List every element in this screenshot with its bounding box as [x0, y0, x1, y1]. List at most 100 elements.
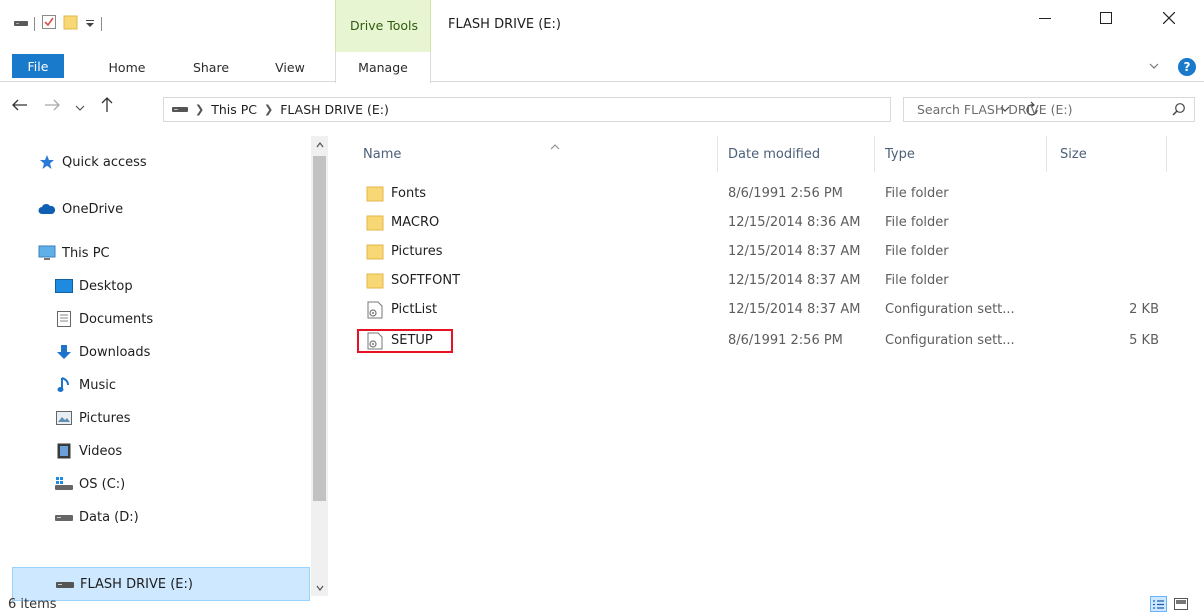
tab-manage[interactable]: Manage [335, 52, 431, 83]
nav-item-label: FLASH DRIVE (E:) [80, 576, 193, 592]
back-button[interactable] [12, 98, 28, 116]
nav-item-label: This PC [62, 245, 110, 261]
column-header-date-modified[interactable]: Date modified [718, 136, 875, 172]
file-row[interactable]: Pictures 12/15/2014 8:37 AM File folder [353, 237, 1173, 266]
nav-item-label: Downloads [79, 344, 151, 360]
nav-item-quick-access[interactable]: Quick access [12, 146, 310, 178]
nav-item-pictures[interactable]: Pictures [12, 402, 310, 434]
folder-icon [365, 184, 385, 204]
close-button[interactable] [1146, 0, 1192, 36]
breadcrumb-flash-drive[interactable]: FLASH DRIVE (E:) [280, 102, 389, 117]
file-size: 5 KB [1129, 333, 1159, 348]
nav-item-label: Documents [79, 311, 154, 327]
column-header-size[interactable]: Size [1047, 136, 1167, 172]
nav-item-videos[interactable]: Videos [12, 435, 310, 467]
search-box[interactable]: Search FLASH DRIVE (E:) [903, 97, 1195, 122]
nav-item-label: OneDrive [62, 201, 124, 217]
nav-item-onedrive[interactable]: OneDrive [12, 193, 310, 225]
tab-share[interactable]: Share [186, 52, 236, 82]
chevron-up-icon [316, 141, 323, 147]
properties-icon[interactable] [41, 14, 57, 34]
breadcrumb-chevron-icon[interactable]: ❯ [264, 103, 273, 116]
forward-arrow-icon [45, 99, 60, 111]
file-row[interactable]: SOFTFONT 12/15/2014 8:37 AM File folder [353, 266, 1173, 295]
breadcrumb-chevron-icon[interactable]: ❯ [195, 103, 204, 116]
file-name-cell: SOFTFONT [365, 266, 460, 295]
nav-item-documents[interactable]: Documents [12, 303, 310, 335]
usb-drive-icon [56, 575, 74, 593]
config-file-icon [365, 300, 385, 320]
scrollbar-thumb[interactable] [313, 156, 326, 501]
nav-item-desktop[interactable]: Desktop [12, 270, 310, 302]
tab-home[interactable]: Home [104, 52, 150, 82]
download-icon [55, 343, 73, 361]
file-date: 12/15/2014 8:36 AM [728, 215, 861, 230]
window-title: FLASH DRIVE (E:) [448, 17, 561, 32]
column-header-label: Name [363, 146, 402, 162]
nav-item-label: Music [79, 377, 116, 393]
nav-item-label: Pictures [79, 410, 131, 426]
folder-icon [365, 213, 385, 233]
drive-tools-context-band: Drive Tools [335, 0, 431, 52]
pictures-icon [55, 409, 73, 427]
column-header-type[interactable]: Type [875, 136, 1047, 172]
file-type: File folder [885, 215, 949, 230]
details-view-button[interactable] [1150, 596, 1167, 612]
expand-ribbon-icon[interactable] [1148, 60, 1160, 76]
tab-view[interactable]: View [268, 52, 312, 82]
usb-drive-icon [172, 102, 188, 117]
large-icons-view-button[interactable] [1172, 596, 1189, 612]
maximize-icon [1100, 12, 1112, 24]
scroll-up-button[interactable] [311, 136, 328, 153]
new-folder-icon[interactable] [63, 14, 79, 34]
breadcrumb-this-pc[interactable]: This PC [211, 102, 257, 117]
column-header-name[interactable]: Name [353, 136, 718, 172]
nav-item-this-pc[interactable]: This PC [12, 237, 310, 269]
nav-item-data-drive[interactable]: Data (D:) [12, 501, 310, 533]
nav-item-label: Data (D:) [79, 509, 139, 525]
recent-locations-button[interactable] [75, 101, 85, 116]
nav-item-music[interactable]: Music [12, 369, 310, 401]
minimize-button[interactable] [1022, 0, 1068, 36]
file-row[interactable]: Fonts 8/6/1991 2:56 PM File folder [353, 179, 1173, 208]
file-row[interactable]: PictList 12/15/2014 8:37 AM Configuratio… [353, 295, 1173, 324]
maximize-button[interactable] [1083, 0, 1129, 36]
address-bar[interactable]: ❯ This PC ❯ FLASH DRIVE (E:) [163, 97, 1038, 122]
column-header-label: Size [1060, 146, 1087, 162]
up-button[interactable] [100, 97, 114, 117]
file-size [1093, 208, 1159, 237]
nav-pane-scrollbar[interactable] [311, 136, 328, 596]
forward-button[interactable] [44, 98, 60, 116]
videos-icon [55, 442, 73, 460]
file-name-cell: Pictures [365, 237, 442, 266]
file-type: File folder [885, 186, 949, 201]
file-row[interactable]: SETUP 8/6/1991 2:56 PM Configuration set… [353, 326, 1173, 355]
tab-file[interactable]: File [12, 54, 64, 78]
file-name-cell: MACRO [365, 208, 439, 237]
search-input[interactable]: Search FLASH DRIVE (E:) [917, 102, 1073, 117]
folder-icon [365, 242, 385, 262]
star-icon [38, 153, 56, 171]
item-count: 6 items [8, 597, 57, 612]
nav-item-label: Quick access [62, 154, 147, 170]
file-name-cell: SETUP [365, 326, 433, 355]
help-icon[interactable]: ? [1178, 58, 1196, 76]
documents-icon [55, 310, 73, 328]
chevron-down-icon [316, 585, 323, 591]
scroll-down-button[interactable] [311, 579, 328, 596]
file-name: PictList [391, 302, 438, 317]
file-name: SETUP [391, 333, 433, 348]
nav-item-label: OS (C:) [79, 476, 126, 492]
title-bar: Drive Tools FLASH DRIVE (E:) [0, 0, 1204, 52]
file-type: File folder [885, 273, 949, 288]
computer-icon [38, 244, 56, 262]
search-icon[interactable] [1172, 102, 1186, 120]
nav-item-os-drive[interactable]: OS (C:) [12, 468, 310, 500]
nav-item-downloads[interactable]: Downloads [12, 336, 310, 368]
column-header-label: Date modified [728, 146, 821, 162]
file-row[interactable]: MACRO 12/15/2014 8:36 AM File folder [353, 208, 1173, 237]
folder-icon [365, 271, 385, 291]
windows-drive-icon [55, 475, 73, 493]
customize-toolbar-icon[interactable] [85, 17, 95, 32]
nav-item-label: Desktop [79, 278, 133, 294]
